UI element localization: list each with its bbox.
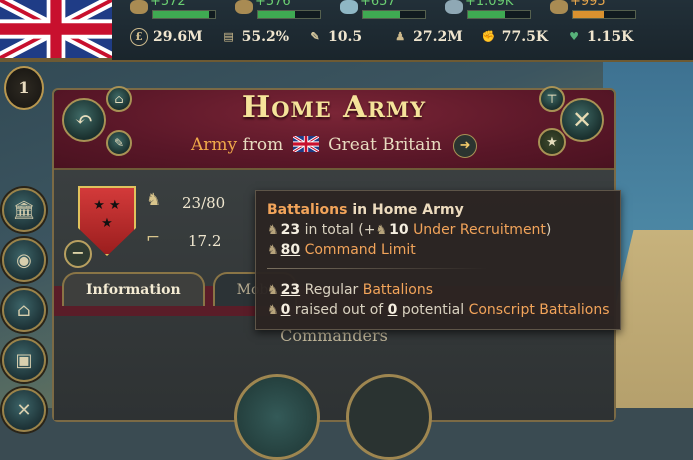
close-button[interactable]: ✕ xyxy=(560,98,604,142)
resource-dove-bar xyxy=(363,11,401,18)
pound-icon xyxy=(550,0,568,14)
resource-trade[interactable]: +576 xyxy=(225,0,330,22)
star-button[interactable]: ★ xyxy=(538,128,566,156)
ship-icon xyxy=(445,0,463,14)
arrow-right-icon: ➜ xyxy=(459,138,471,153)
resource-dove[interactable]: +657 xyxy=(330,0,435,22)
battalion-icon: ♞ xyxy=(267,283,279,298)
stat-row: £29.6M ▤ 55.2% ✎ 10.5 ♟ 27.2M ✊ 77.5K ♥ 1.15K xyxy=(130,28,651,46)
stat-influence[interactable]: ♥ 1.15K xyxy=(566,28,633,46)
stat-sol[interactable]: ✎ 10.5 xyxy=(307,28,362,46)
tooltip-limit-line: ♞ 80 Command Limit xyxy=(267,242,416,258)
rank-badge[interactable]: 1 xyxy=(4,66,44,110)
uk-flag-icon xyxy=(292,136,319,152)
commander-portrait[interactable] xyxy=(234,374,320,460)
tooltip-conscript-line: ♞ 0 raised out of 0 potential Conscript B… xyxy=(267,302,610,318)
country-flag[interactable] xyxy=(0,0,112,60)
battalion-icon: ♞ xyxy=(375,223,388,238)
home-icon: ⌂ xyxy=(114,92,124,106)
battalions-tooltip: Battalions in Home Army ♞ 23 in total (+♞… xyxy=(255,190,621,330)
close-icon: ✕ xyxy=(571,106,593,134)
military-button[interactable]: ✕ xyxy=(2,388,46,432)
firepower-value: 17.2 xyxy=(188,232,222,250)
factory-icon: ⌂ xyxy=(17,299,31,321)
tooltip-regular-line: ♞ 23 Regular Battalions xyxy=(267,282,434,298)
star-icon: ★ xyxy=(546,134,558,150)
resource-ship-bar xyxy=(468,11,506,18)
battalion-count[interactable]: 23/80 xyxy=(182,194,225,212)
resource-scroll[interactable]: +572 xyxy=(120,0,225,22)
building-icon: 🏛 xyxy=(12,199,36,221)
stat-soldiers[interactable]: ✊ 77.5K xyxy=(481,28,548,46)
tab-information[interactable]: Information xyxy=(62,272,205,306)
soldier-icon: ✊ xyxy=(481,30,496,43)
disband-button[interactable]: − xyxy=(64,240,92,268)
pin-icon: ⊤ xyxy=(546,92,558,106)
resource-row: +572 +576 +657 +1.09K +995 xyxy=(120,0,693,22)
army-link[interactable]: Army xyxy=(191,135,237,155)
trade-button[interactable]: ▣ xyxy=(2,338,46,382)
stat-literacy[interactable]: ▤ 55.2% xyxy=(221,28,289,46)
go-to-country-button[interactable]: ➜ xyxy=(453,134,478,158)
trade-icon xyxy=(235,0,253,14)
country-name[interactable]: Great Britain xyxy=(328,135,442,155)
sol-icon: ✎ xyxy=(310,30,320,43)
government-button[interactable]: 🏛 xyxy=(2,188,46,232)
dove-icon xyxy=(340,0,358,14)
resource-pound-bar xyxy=(573,11,604,18)
from-label: from xyxy=(242,135,284,155)
minus-icon: − xyxy=(71,243,85,262)
stat-gdp[interactable]: £29.6M xyxy=(130,28,203,46)
swords-icon: ✕ xyxy=(16,399,32,421)
home-button[interactable]: ⌂ xyxy=(106,86,132,112)
tooltip-divider xyxy=(267,268,487,269)
star-icon: ★ ★ xyxy=(93,198,121,213)
gdp-icon: £ xyxy=(130,28,148,46)
resource-trade-bar xyxy=(258,11,296,18)
resource-pound[interactable]: +995 xyxy=(540,0,645,22)
pencil-icon: ✎ xyxy=(113,136,125,150)
population-icon: ♟ xyxy=(395,30,406,43)
stat-population[interactable]: ♟ 27.2M xyxy=(392,28,463,46)
battalion-icon: ♞ xyxy=(267,223,279,238)
star-icon: ★ xyxy=(101,216,113,231)
battalion-icon: ♞ xyxy=(267,243,279,258)
union-jack-icon xyxy=(0,0,112,58)
edit-button[interactable]: ✎ xyxy=(106,130,132,156)
back-button[interactable]: ↶ xyxy=(62,98,106,142)
panel-header: Home Army Army from Great Britain ➜ xyxy=(54,90,614,170)
industry-button[interactable]: ⌂ xyxy=(2,288,46,332)
army-origin: Army from Great Britain ➜ xyxy=(54,134,614,158)
back-arrow-icon: ↶ xyxy=(74,107,94,133)
resource-ship[interactable]: +1.09K xyxy=(435,0,540,22)
battalion-icon: ♞ xyxy=(267,303,279,318)
economy-button[interactable]: ◉ xyxy=(2,238,46,282)
heart-icon: ♥ xyxy=(569,30,579,43)
coins-icon: ◉ xyxy=(16,249,32,271)
page-title: Home Army xyxy=(241,90,427,125)
pin-button[interactable]: ⊤ xyxy=(539,86,565,112)
literacy-icon: ▤ xyxy=(223,30,234,43)
rifle-icon: ⌐ xyxy=(146,228,161,248)
crate-icon: ▣ xyxy=(15,349,33,371)
scroll-icon xyxy=(130,0,148,14)
resource-scroll-bar xyxy=(153,11,209,18)
tooltip-title: Battalions in Home Army xyxy=(267,202,464,218)
battalion-icon: ♞ xyxy=(146,190,162,210)
empty-commander-slot[interactable] xyxy=(346,374,432,460)
tooltip-total-line: ♞ 23 in total (+♞ 10 Under Recruitment) xyxy=(267,222,552,238)
